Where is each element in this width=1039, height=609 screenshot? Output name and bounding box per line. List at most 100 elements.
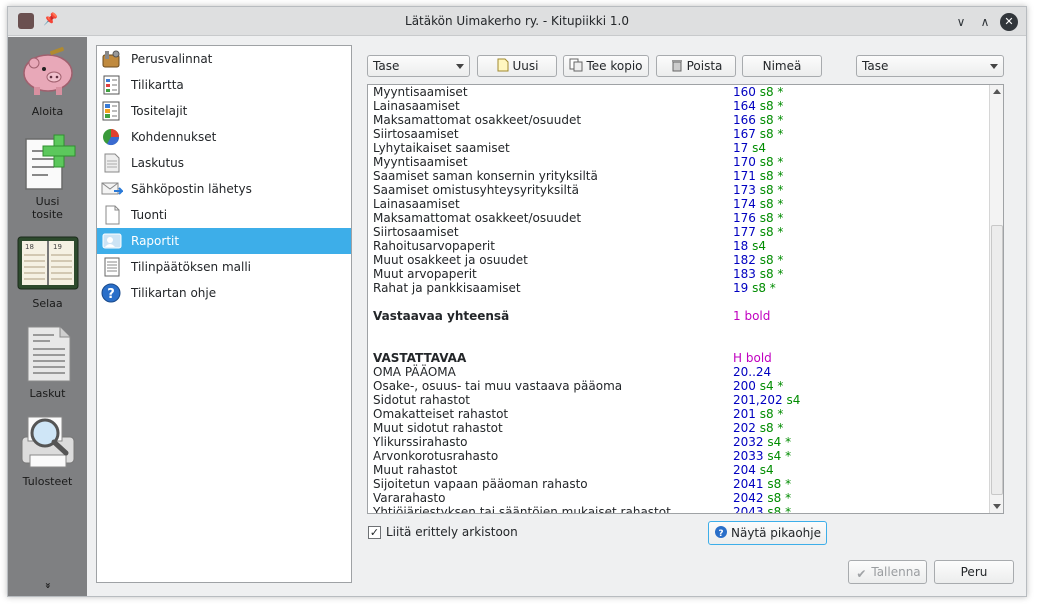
report-line-name: Ylikurssirahasto <box>373 435 468 449</box>
nav-item-tilikartta[interactable]: Tilikartta <box>97 72 351 98</box>
report-line-code: 174 s8 * <box>733 197 783 211</box>
report-line-code: 167 s8 * <box>733 127 783 141</box>
report-line[interactable]: Lyhytaikaiset saamiset 17 s4 <box>373 141 987 155</box>
report-line[interactable]: Muut osakkeet ja osuudet 182 s8 * <box>373 253 987 267</box>
nav-item-laskutus[interactable]: Laskutus <box>97 150 351 176</box>
report-line[interactable] <box>373 295 987 309</box>
report-line[interactable]: Vararahasto 2042 s8 * <box>373 491 987 505</box>
report-line[interactable]: Lainasaamiset 174 s8 * <box>373 197 987 211</box>
report-line-code: 2032 s4 * <box>733 435 791 449</box>
cancel-button[interactable]: Peru <box>934 560 1014 584</box>
sidebar-item-aloita[interactable]: Aloita <box>8 41 87 118</box>
report-line[interactable]: OMA PÄÄOMA 20..24 <box>373 365 987 379</box>
report-line[interactable]: Ylikurssirahasto 2032 s4 * <box>373 435 987 449</box>
save-button[interactable]: ✔ Tallenna <box>848 560 927 584</box>
report-line[interactable]: Siirtosaamiset 177 s8 * <box>373 225 987 239</box>
account-number: 201 <box>733 407 756 421</box>
nav-item-tilinpaatoksen-malli[interactable]: Tilinpäätöksen malli <box>97 254 351 280</box>
report-line[interactable]: Siirtosaamiset 167 s8 * <box>373 127 987 141</box>
report-type-value: Tase <box>862 59 889 73</box>
nav-item-tilikartan-ohje[interactable]: ? Tilikartan ohje <box>97 280 351 306</box>
report-editor[interactable]: Myyntisaamiset 160 s8 * Lainasaamiset 164 s… <box>367 84 1004 514</box>
report-line[interactable]: Myyntisaamiset 160 s8 * <box>373 85 987 99</box>
nav-item-sahkoposti[interactable]: Sähköpostin lähetys <box>97 176 351 202</box>
report-line[interactable]: Yhtiöjärjestyksen tai sääntöjen mukaiset… <box>373 505 987 514</box>
maximize-icon[interactable]: ∧ <box>976 13 994 31</box>
email-send-icon <box>101 179 125 199</box>
line-format: s8 * <box>767 505 792 514</box>
account-number: 176 <box>733 211 756 225</box>
report-line-code: 173 s8 * <box>733 183 783 197</box>
report-line[interactable]: VASTATTAVAA H bold <box>373 351 987 365</box>
svg-text:19: 19 <box>53 243 62 251</box>
report-line[interactable]: Saamiset omistusyhteysyrityksiltä 173 s8 … <box>373 183 987 197</box>
report-line-name: Osake-, osuus- tai muu vastaava pääoma <box>373 379 623 393</box>
report-line[interactable]: Sidotut rahastot 201,202 s4 <box>373 393 987 407</box>
rename-report-button[interactable]: Nimeä <box>742 55 822 77</box>
report-line[interactable]: Myyntisaamiset 170 s8 * <box>373 155 987 169</box>
new-report-button[interactable]: Uusi <box>477 55 557 77</box>
report-line[interactable] <box>373 337 987 351</box>
close-icon[interactable]: ✕ <box>1000 13 1018 31</box>
account-number: 18 <box>733 239 749 253</box>
nav-item-kohdennukset[interactable]: Kohdennukset <box>97 124 351 150</box>
line-format: s4 * <box>767 449 792 463</box>
nav-item-tositelajit[interactable]: Tositelajit <box>97 98 351 124</box>
line-format: s4 <box>786 393 801 407</box>
report-line[interactable]: Maksamattomat osakkeet/osuudet 176 s8 * <box>373 211 987 225</box>
account-number: 200 <box>733 379 756 393</box>
nav-item-raportit[interactable]: Raportit <box>97 228 351 254</box>
report-line[interactable]: Muut rahastot 204 s4 <box>373 463 987 477</box>
report-line[interactable]: Lainasaamiset 164 s8 * <box>373 99 987 113</box>
vertical-scrollbar[interactable] <box>989 85 1003 513</box>
cancel-label: Peru <box>960 565 988 579</box>
report-line[interactable]: Omakatteiset rahastot 201 s8 * <box>373 407 987 421</box>
report-line[interactable]: Rahat ja pankkisaamiset 19 s8 * <box>373 281 987 295</box>
nav-item-tuonti[interactable]: Tuonti <box>97 202 351 228</box>
window-title: Lätäkön Uimakerho ry. - Kitupiikki 1.0 <box>405 14 629 28</box>
sidebar-item-selaa[interactable]: 18 19 Selaa <box>8 233 87 310</box>
chevron-down-icon <box>990 64 998 69</box>
sidebar-more-icon[interactable]: » <box>41 546 54 596</box>
line-format: s8 * <box>767 491 792 505</box>
sidebar-item-uusi-tosite[interactable]: Uusi tosite <box>8 131 87 221</box>
nav-item-label: Tilikartan ohje <box>131 286 217 300</box>
report-line[interactable]: Rahoitusarvopaperit 18 s4 <box>373 239 987 253</box>
report-line[interactable]: Saamiset saman konsernin yrityksiltä 171 … <box>373 169 987 183</box>
sidebar-item-laskut[interactable]: Laskut <box>8 323 87 400</box>
report-line[interactable]: Muut sidotut rahastot 202 s8 * <box>373 421 987 435</box>
delete-report-button[interactable]: Poista <box>656 55 736 77</box>
line-format: s8 * <box>759 169 784 183</box>
report-line[interactable]: Arvonkorotusrahasto 2033 s4 * <box>373 449 987 463</box>
rename-report-label: Nimeä <box>762 59 802 73</box>
report-line-code: 1 bold <box>733 309 770 323</box>
report-line[interactable]: Vastaavaa yhteensä 1 bold <box>373 309 987 323</box>
scroll-up-icon[interactable] <box>993 89 1001 94</box>
report-select[interactable]: Tase <box>367 55 470 77</box>
new-report-label: Uusi <box>512 59 539 73</box>
report-line-code: 200 s4 * <box>733 379 783 393</box>
report-type-select[interactable]: Tase <box>856 55 1004 77</box>
attach-checkbox[interactable]: ✓ <box>368 526 381 539</box>
show-help-button[interactable]: ? Näytä pikaohje <box>708 521 827 545</box>
report-line[interactable]: Maksamattomat osakkeet/osuudet 166 s8 * <box>373 113 987 127</box>
scroll-thumb[interactable] <box>991 225 1003 495</box>
report-line-code: 2043 s8 * <box>733 505 792 514</box>
report-line[interactable]: Muut arvopaperit 183 s8 * <box>373 267 987 281</box>
sidebar-item-tulosteet[interactable]: Tulosteet <box>8 411 87 488</box>
svg-text:?: ? <box>718 529 723 539</box>
report-line[interactable]: Sijoitetun vapaan pääoman rahasto 2041 s8… <box>373 477 987 491</box>
nav-item-perusvalinnat[interactable]: Perusvalinnat <box>97 46 351 72</box>
copy-report-button[interactable]: Tee kopio <box>563 55 649 77</box>
minimize-icon[interactable]: ∨ <box>952 13 970 31</box>
line-format: s8 * <box>759 225 784 239</box>
report-line[interactable] <box>373 323 987 337</box>
report-line-code: 182 s8 * <box>733 253 783 267</box>
report-line-code: 17 s4 <box>733 141 766 155</box>
copy-icon <box>569 58 583 72</box>
scroll-down-icon[interactable] <box>993 504 1001 509</box>
report-line-code: 176 s8 * <box>733 211 783 225</box>
report-line-name: Sidotut rahastot <box>373 393 470 407</box>
report-line-name: Saamiset saman konsernin yrityksiltä <box>373 169 598 183</box>
report-line[interactable]: Osake-, osuus- tai muu vastaava pääoma 20… <box>373 379 987 393</box>
